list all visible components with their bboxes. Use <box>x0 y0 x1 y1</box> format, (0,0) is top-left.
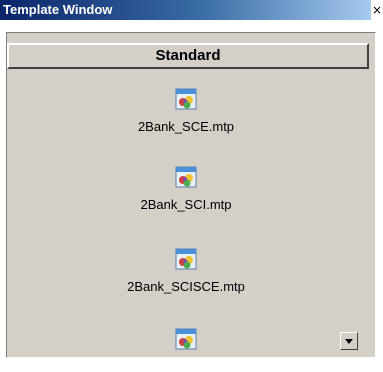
list-item[interactable] <box>12 328 360 354</box>
template-list: 2Bank_SCE.mtp 2Bank_SCI.mtp 2Bank_SCISCE… <box>12 72 360 354</box>
list-item-label: 2Bank_SCISCE.mtp <box>127 279 245 294</box>
template-window: Template Window × Standard 2Bank_SCE.mtp <box>0 0 383 372</box>
list-item[interactable]: 2Bank_SCISCE.mtp <box>12 248 360 294</box>
section-header-label: Standard <box>155 47 221 64</box>
list-item-label: 2Bank_SCE.mtp <box>137 119 235 134</box>
template-file-icon <box>175 88 197 110</box>
template-file-icon <box>175 328 197 350</box>
section-header-standard[interactable]: Standard <box>7 43 369 69</box>
title-bar[interactable]: Template Window <box>0 0 371 20</box>
scroll-down-button[interactable] <box>340 332 358 350</box>
window-title: Template Window <box>3 2 113 17</box>
list-item[interactable]: 2Bank_SCI.mtp <box>12 166 360 212</box>
template-file-icon <box>175 166 197 188</box>
list-item-label: 2Bank_SCI.mtp <box>140 197 232 212</box>
list-item[interactable]: 2Bank_SCE.mtp <box>12 88 360 134</box>
template-file-icon <box>175 248 197 270</box>
scroll-down-arrow-icon <box>345 339 353 344</box>
close-button[interactable]: × <box>371 4 383 17</box>
close-icon: × <box>371 3 383 17</box>
